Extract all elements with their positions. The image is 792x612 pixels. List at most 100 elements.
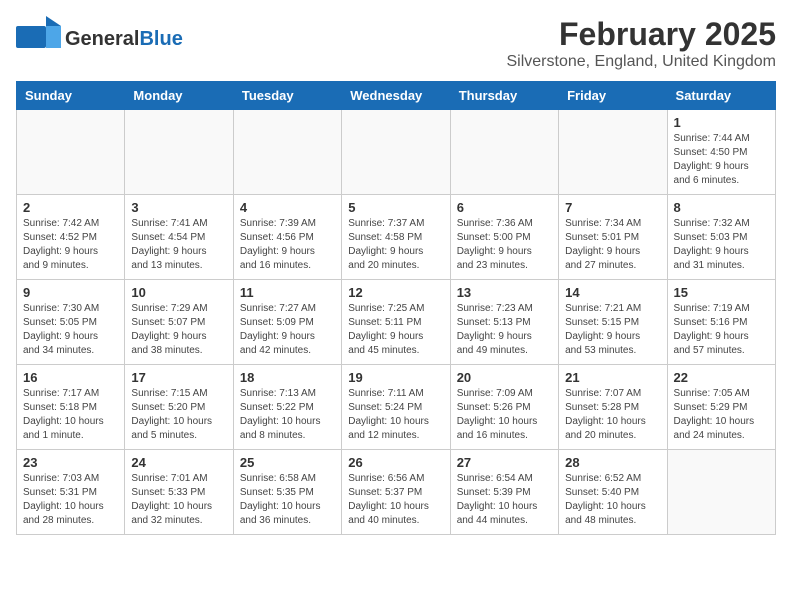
calendar-cell: 19Sunrise: 7:11 AM Sunset: 5:24 PM Dayli… xyxy=(342,365,450,450)
calendar-cell: 13 Sunrise: 7:23 AM Sunset: 5:13 PM Dayli… xyxy=(450,280,558,365)
calendar-cell: 4 Sunrise: 7:39 AM Sunset: 4:56 PM Daylig… xyxy=(233,195,341,280)
day-header-sunday: Sunday xyxy=(17,82,125,110)
day-info: Sunrise: 7:05 AM Sunset: 5:29 PM Dayligh… xyxy=(674,387,769,443)
day-number: 16 xyxy=(23,370,118,385)
day-info: Sunrise: 7:30 AM Sunset: 5:05 PM Dayligh… xyxy=(23,302,118,358)
day-number: 18 xyxy=(240,370,335,385)
logo-blue: Blue xyxy=(139,28,182,50)
calendar-header-row: SundayMondayTuesdayWednesdayThursdayFrid… xyxy=(17,82,776,110)
day-number: 20 xyxy=(457,370,552,385)
day-number: 15 xyxy=(674,285,769,300)
calendar-cell: 14 Sunrise: 7:21 AM Sunset: 5:15 PM Dayli… xyxy=(559,280,667,365)
calendar-cell: 3 Sunrise: 7:41 AM Sunset: 4:54 PM Daylig… xyxy=(125,195,233,280)
day-info: Sunrise: 7:37 AM Sunset: 4:58 PM Dayligh… xyxy=(348,217,443,273)
day-number: 8 xyxy=(674,200,769,215)
day-number: 4 xyxy=(240,200,335,215)
calendar-cell: 24Sunrise: 7:01 AM Sunset: 5:33 PM Dayli… xyxy=(125,450,233,535)
day-info: Sunrise: 7:42 AM Sunset: 4:52 PM Dayligh… xyxy=(23,217,118,273)
day-number: 22 xyxy=(674,370,769,385)
calendar-cell: 10 Sunrise: 7:29 AM Sunset: 5:07 PM Dayli… xyxy=(125,280,233,365)
day-number: 24 xyxy=(131,455,226,470)
month-title: February 2025 xyxy=(507,16,777,53)
calendar-cell: 21Sunrise: 7:07 AM Sunset: 5:28 PM Dayli… xyxy=(559,365,667,450)
calendar-cell xyxy=(17,110,125,195)
week-row-4: 16 Sunrise: 7:17 AM Sunset: 5:18 PM Dayli… xyxy=(17,365,776,450)
calendar-cell: 12 Sunrise: 7:25 AM Sunset: 5:11 PM Dayli… xyxy=(342,280,450,365)
day-info: Sunrise: 7:27 AM Sunset: 5:09 PM Dayligh… xyxy=(240,302,335,358)
calendar-cell: 18 Sunrise: 7:13 AM Sunset: 5:22 PM Dayli… xyxy=(233,365,341,450)
day-header-thursday: Thursday xyxy=(450,82,558,110)
day-number: 10 xyxy=(131,285,226,300)
calendar-cell: 8Sunrise: 7:32 AM Sunset: 5:03 PM Daylig… xyxy=(667,195,775,280)
calendar-cell: 22 Sunrise: 7:05 AM Sunset: 5:29 PM Dayli… xyxy=(667,365,775,450)
calendar-cell: 23 Sunrise: 7:03 AM Sunset: 5:31 PM Dayli… xyxy=(17,450,125,535)
day-info: Sunrise: 7:09 AM Sunset: 5:26 PM Dayligh… xyxy=(457,387,552,443)
day-info: Sunrise: 6:54 AM Sunset: 5:39 PM Dayligh… xyxy=(457,472,552,528)
day-info: Sunrise: 7:13 AM Sunset: 5:22 PM Dayligh… xyxy=(240,387,335,443)
calendar-cell: 6Sunrise: 7:36 AM Sunset: 5:00 PM Daylig… xyxy=(450,195,558,280)
calendar-cell: 27 Sunrise: 6:54 AM Sunset: 5:39 PM Dayli… xyxy=(450,450,558,535)
day-info: Sunrise: 6:52 AM Sunset: 5:40 PM Dayligh… xyxy=(565,472,660,528)
day-info: Sunrise: 7:15 AM Sunset: 5:20 PM Dayligh… xyxy=(131,387,226,443)
day-number: 9 xyxy=(23,285,118,300)
calendar-table: SundayMondayTuesdayWednesdayThursdayFrid… xyxy=(16,81,776,535)
day-number: 5 xyxy=(348,200,443,215)
calendar-cell: 17 Sunrise: 7:15 AM Sunset: 5:20 PM Dayli… xyxy=(125,365,233,450)
day-info: Sunrise: 7:41 AM Sunset: 4:54 PM Dayligh… xyxy=(131,217,226,273)
day-info: Sunrise: 7:07 AM Sunset: 5:28 PM Dayligh… xyxy=(565,387,660,443)
day-info: Sunrise: 7:39 AM Sunset: 4:56 PM Dayligh… xyxy=(240,217,335,273)
calendar-cell xyxy=(342,110,450,195)
calendar-cell: 28 Sunrise: 6:52 AM Sunset: 5:40 PM Dayli… xyxy=(559,450,667,535)
calendar-cell xyxy=(233,110,341,195)
day-number: 17 xyxy=(131,370,226,385)
day-info: Sunrise: 7:19 AM Sunset: 5:16 PM Dayligh… xyxy=(674,302,769,358)
day-number: 2 xyxy=(23,200,118,215)
day-number: 14 xyxy=(565,285,660,300)
day-info: Sunrise: 6:56 AM Sunset: 5:37 PM Dayligh… xyxy=(348,472,443,528)
logo-general: General xyxy=(65,28,139,50)
week-row-5: 23 Sunrise: 7:03 AM Sunset: 5:31 PM Dayli… xyxy=(17,450,776,535)
day-number: 6 xyxy=(457,200,552,215)
day-info: Sunrise: 7:34 AM Sunset: 5:01 PM Dayligh… xyxy=(565,217,660,273)
day-number: 26 xyxy=(348,455,443,470)
day-info: Sunrise: 7:21 AM Sunset: 5:15 PM Dayligh… xyxy=(565,302,660,358)
day-number: 12 xyxy=(348,285,443,300)
day-info: Sunrise: 7:23 AM Sunset: 5:13 PM Dayligh… xyxy=(457,302,552,358)
calendar-cell: 26 Sunrise: 6:56 AM Sunset: 5:37 PM Dayli… xyxy=(342,450,450,535)
day-info: Sunrise: 6:58 AM Sunset: 5:35 PM Dayligh… xyxy=(240,472,335,528)
title-area: February 2025 Silverstone, England, Unit… xyxy=(507,16,777,71)
day-number: 13 xyxy=(457,285,552,300)
logo-text: GeneralBlue xyxy=(65,28,183,50)
week-row-1: 1 Sunrise: 7:44 AM Sunset: 4:50 PM Daylig… xyxy=(17,110,776,195)
calendar-cell: 7 Sunrise: 7:34 AM Sunset: 5:01 PM Daylig… xyxy=(559,195,667,280)
day-header-saturday: Saturday xyxy=(667,82,775,110)
logo: GeneralBlue xyxy=(16,16,183,61)
calendar-cell xyxy=(667,450,775,535)
day-number: 1 xyxy=(674,115,769,130)
day-number: 23 xyxy=(23,455,118,470)
calendar-cell: 2 Sunrise: 7:42 AM Sunset: 4:52 PM Daylig… xyxy=(17,195,125,280)
day-number: 11 xyxy=(240,285,335,300)
day-info: Sunrise: 7:17 AM Sunset: 5:18 PM Dayligh… xyxy=(23,387,118,443)
day-number: 7 xyxy=(565,200,660,215)
day-header-tuesday: Tuesday xyxy=(233,82,341,110)
calendar-cell: 9 Sunrise: 7:30 AM Sunset: 5:05 PM Daylig… xyxy=(17,280,125,365)
calendar-cell: 5 Sunrise: 7:37 AM Sunset: 4:58 PM Daylig… xyxy=(342,195,450,280)
calendar-cell: 15 Sunrise: 7:19 AM Sunset: 5:16 PM Dayli… xyxy=(667,280,775,365)
logo-icon xyxy=(16,16,61,61)
day-info: Sunrise: 7:03 AM Sunset: 5:31 PM Dayligh… xyxy=(23,472,118,528)
day-info: Sunrise: 7:44 AM Sunset: 4:50 PM Dayligh… xyxy=(674,132,769,188)
location-title: Silverstone, England, United Kingdom xyxy=(507,53,777,71)
header: GeneralBlue February 2025 Silverstone, E… xyxy=(16,16,776,71)
day-number: 3 xyxy=(131,200,226,215)
calendar-cell: 20 Sunrise: 7:09 AM Sunset: 5:26 PM Dayli… xyxy=(450,365,558,450)
day-number: 27 xyxy=(457,455,552,470)
day-info: Sunrise: 7:29 AM Sunset: 5:07 PM Dayligh… xyxy=(131,302,226,358)
day-info: Sunrise: 7:25 AM Sunset: 5:11 PM Dayligh… xyxy=(348,302,443,358)
day-info: Sunrise: 7:11 AM Sunset: 5:24 PM Dayligh… xyxy=(348,387,443,443)
day-header-monday: Monday xyxy=(125,82,233,110)
calendar-cell xyxy=(559,110,667,195)
calendar-cell xyxy=(125,110,233,195)
day-number: 28 xyxy=(565,455,660,470)
week-row-3: 9 Sunrise: 7:30 AM Sunset: 5:05 PM Daylig… xyxy=(17,280,776,365)
